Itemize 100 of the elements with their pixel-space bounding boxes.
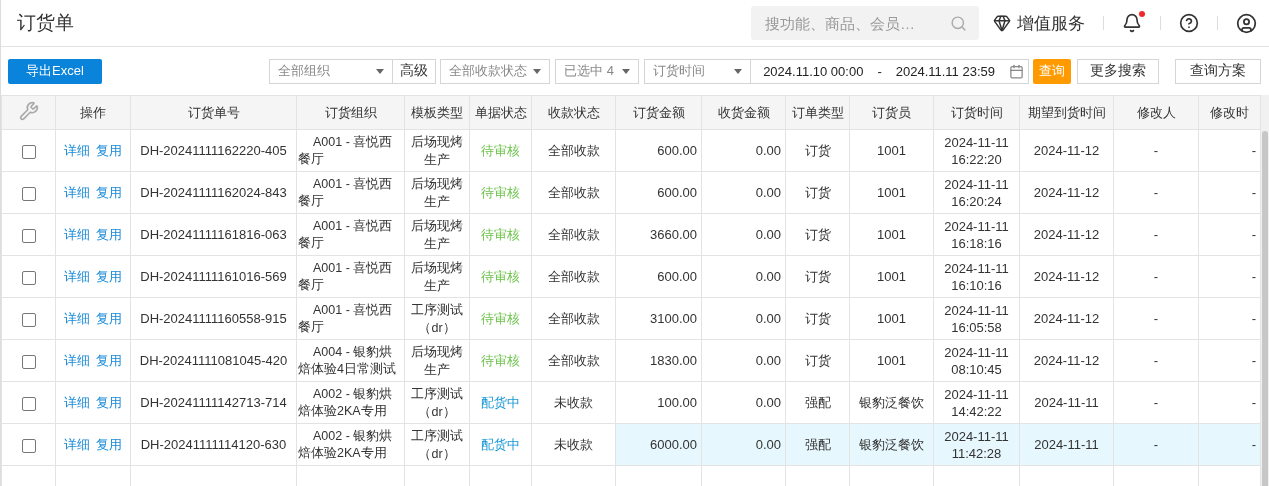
help-icon[interactable] xyxy=(1179,13,1199,33)
row-action-link[interactable]: 详细 xyxy=(64,143,90,158)
column-header: 订货时间 xyxy=(933,95,1020,130)
user-avatar-icon[interactable] xyxy=(1236,12,1257,34)
row-action-link[interactable]: 复用 xyxy=(96,311,122,326)
modified-time: - xyxy=(1251,185,1256,200)
row-action-link[interactable]: 复用 xyxy=(96,185,122,200)
search-field[interactable]: 搜功能、商品、会员… xyxy=(751,6,979,40)
order-number: DH-20241111160558-915 xyxy=(140,311,287,326)
row-checkbox[interactable] xyxy=(21,354,36,369)
order-number: DH-20241111081045-420 xyxy=(139,353,288,368)
row-checkbox[interactable] xyxy=(21,396,36,411)
row-action-link[interactable]: 详细 xyxy=(64,395,90,410)
calendar-icon[interactable] xyxy=(1009,63,1024,79)
order-org: A001 - 喜悦西餐厅 xyxy=(298,217,394,252)
row-checkbox[interactable] xyxy=(21,312,36,327)
order-number: DH-20241111161816-063 xyxy=(140,227,287,242)
order-time: 2024-11-11 16:18:16 xyxy=(944,218,1009,251)
orderer: 1001 xyxy=(877,311,906,326)
column-header: 期望到货时间 xyxy=(1019,95,1114,130)
time-type-select[interactable]: 订货时间 xyxy=(644,58,752,84)
row-action-link[interactable]: 详细 xyxy=(64,185,90,200)
search-input[interactable]: 搜功能、商品、会员… xyxy=(763,13,950,33)
modifier: - xyxy=(1153,143,1159,158)
payment-status: 全部收款 xyxy=(547,227,600,242)
row-action-link[interactable]: 详细 xyxy=(64,353,90,368)
payment-status-select[interactable]: 全部收款状态 xyxy=(440,58,551,84)
diamond-icon xyxy=(993,14,1011,32)
received-amount: 0.00 xyxy=(755,311,781,326)
column-header: 订货单号 xyxy=(130,95,297,130)
scrollbar[interactable] xyxy=(1261,95,1269,486)
payment-status: 全部收款 xyxy=(547,311,600,326)
modifier: - xyxy=(1153,353,1159,368)
column-header: 订货金额 xyxy=(615,95,702,130)
column-header: 收货金额 xyxy=(701,95,786,130)
order-status: 待审核 xyxy=(481,227,520,242)
search-icon xyxy=(950,14,967,32)
column-header: 订货组织 xyxy=(296,95,405,130)
order-amount: 1830.00 xyxy=(650,353,697,368)
query-scheme-button[interactable]: 查询方案 xyxy=(1175,58,1261,84)
date-range-field[interactable]: 2024.11.10 00:00 - 2024.11.11 23:59 xyxy=(751,58,1029,84)
row-checkbox[interactable] xyxy=(21,186,36,201)
modifier: - xyxy=(1153,185,1159,200)
more-search-button[interactable]: 更多搜索 xyxy=(1077,58,1159,84)
value-service-button[interactable]: 增值服务 xyxy=(993,11,1085,35)
row-action-link[interactable]: 详细 xyxy=(64,311,90,326)
row-checkbox[interactable] xyxy=(21,438,36,453)
modifier: - xyxy=(1153,227,1159,242)
row-action-link[interactable]: 详细 xyxy=(64,437,90,452)
row-action-link[interactable]: 复用 xyxy=(96,143,122,158)
received-amount: 0.00 xyxy=(755,143,781,158)
order-org: A001 - 喜悦西餐厅 xyxy=(298,133,394,168)
modifier: - xyxy=(1153,437,1159,452)
row-action-link[interactable]: 复用 xyxy=(96,395,122,410)
org-select[interactable]: 全部组织 xyxy=(269,58,394,84)
orderer: 银豹泛餐饮 xyxy=(859,395,924,410)
modified-time: - xyxy=(1251,353,1256,368)
order-time: 2024-11-11 16:10:16 xyxy=(944,260,1009,293)
column-header: 订单类型 xyxy=(785,95,850,130)
advanced-button[interactable]: 高级 xyxy=(393,58,437,84)
order-time: 2024-11-11 16:05:58 xyxy=(944,302,1009,335)
notification-bell-icon[interactable] xyxy=(1122,13,1142,33)
order-time: 2024-11-11 14:42:22 xyxy=(944,386,1009,419)
row-checkbox[interactable] xyxy=(21,144,36,159)
order-type: 强配 xyxy=(804,395,831,410)
order-number: DH-20241111162220-405 xyxy=(140,143,287,158)
expected-date: 2024-11-11 xyxy=(1034,395,1099,410)
query-button[interactable]: 查询 xyxy=(1033,58,1071,84)
order-amount: 600.00 xyxy=(657,185,697,200)
column-header: 修改人 xyxy=(1113,95,1199,130)
row-action-link[interactable]: 详细 xyxy=(64,269,90,284)
row-action-link[interactable]: 复用 xyxy=(96,227,122,242)
row-action-link[interactable]: 复用 xyxy=(96,269,122,284)
template-type: 工序测试（dr） xyxy=(411,302,463,335)
order-type: 订货 xyxy=(804,353,831,368)
orderer: 银豹泛餐饮 xyxy=(859,437,924,452)
received-amount: 0.00 xyxy=(755,185,781,200)
modified-time: - xyxy=(1251,269,1256,284)
export-excel-button[interactable]: 导出Excel xyxy=(8,58,102,84)
order-amount: 6000.00 xyxy=(650,437,697,452)
modified-time: - xyxy=(1251,143,1256,158)
order-org: A001 - 喜悦西餐厅 xyxy=(298,301,394,336)
expected-date: 2024-11-11 xyxy=(1034,437,1099,452)
expected-date: 2024-11-12 xyxy=(1033,143,1100,158)
orderer: 1001 xyxy=(877,143,906,158)
order-type: 订货 xyxy=(804,311,831,326)
order-type: 订货 xyxy=(804,227,831,242)
order-type: 订货 xyxy=(804,269,831,284)
row-action-link[interactable]: 复用 xyxy=(96,437,122,452)
order-status: 待审核 xyxy=(481,311,520,326)
template-type: 后场现烤生产 xyxy=(411,344,463,377)
payment-status: 全部收款 xyxy=(547,353,600,368)
expected-date: 2024-11-12 xyxy=(1033,269,1100,284)
row-action-link[interactable]: 复用 xyxy=(96,353,122,368)
order-amount: 3660.00 xyxy=(650,227,697,242)
row-checkbox[interactable] xyxy=(21,270,36,285)
page-title: 订货单 xyxy=(17,11,75,35)
order-status-select[interactable]: 已选中 4 xyxy=(555,58,640,84)
row-checkbox[interactable] xyxy=(21,228,36,243)
row-action-link[interactable]: 详细 xyxy=(64,227,90,242)
